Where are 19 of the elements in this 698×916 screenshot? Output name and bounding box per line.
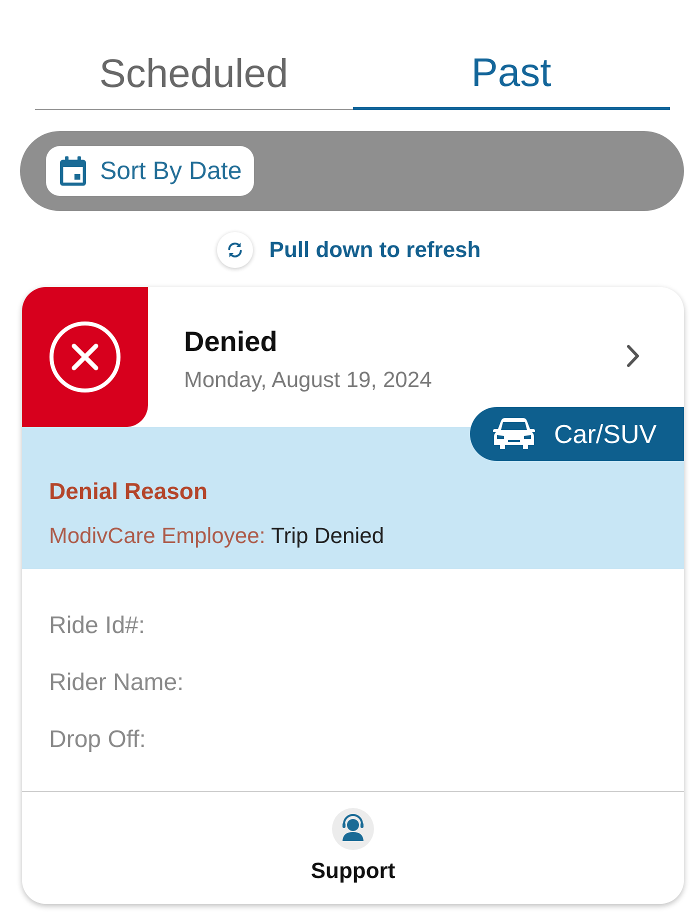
sort-button[interactable]: Sort By Date xyxy=(46,146,254,196)
headset-person-icon xyxy=(332,808,374,850)
calendar-icon xyxy=(60,156,86,186)
field-label: Drop Off: xyxy=(49,725,146,755)
trip-status: Denied xyxy=(184,325,278,359)
trip-date: Monday, August 19, 2024 xyxy=(184,366,433,394)
chevron-right-icon[interactable] xyxy=(626,344,640,368)
tab[interactable]: Scheduled xyxy=(35,0,352,110)
refresh-hint: Pull down to refresh xyxy=(269,237,481,263)
refresh-icon xyxy=(217,232,254,268)
field-label: Ride Id#: xyxy=(49,611,146,641)
car-icon xyxy=(492,417,536,451)
circle-x-icon xyxy=(49,321,121,393)
tab[interactable]: Past xyxy=(352,0,670,110)
denial-reason-title: Denial Reason xyxy=(49,477,208,505)
support-button[interactable]: Support xyxy=(310,808,396,884)
denial-reason-text: ModivCare Employee: Trip Denied xyxy=(49,522,386,550)
vehicle-type-label: Car/SUV xyxy=(554,418,657,450)
field-label: Rider Name: xyxy=(49,668,184,698)
